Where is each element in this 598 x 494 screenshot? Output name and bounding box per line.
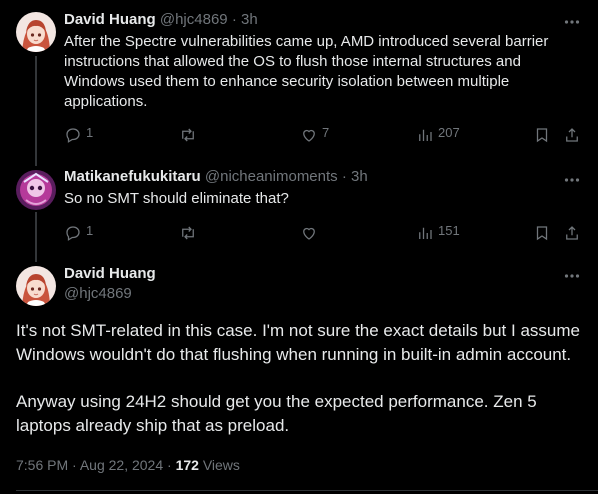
separator-dot: · xyxy=(231,11,237,28)
user-handle[interactable]: @hjc4869 xyxy=(64,284,132,304)
bookmark-icon xyxy=(536,128,548,143)
heart-icon xyxy=(303,129,315,142)
tweet-header: Matikanefukukitaru @nicheanimoments · 3h xyxy=(64,167,368,187)
avatar[interactable] xyxy=(16,12,56,52)
avatar-anime-girl-icon xyxy=(16,266,56,306)
share-icon xyxy=(566,226,578,240)
post-date[interactable]: Aug 22, 2024 xyxy=(80,457,163,473)
views-total: 172 xyxy=(175,457,199,473)
views-chart-icon xyxy=(419,129,432,141)
avatar-anime-girl-icon xyxy=(16,12,56,52)
tweet-header: David Huang @hjc4869 · 3h xyxy=(64,10,258,30)
reply-count: 1 xyxy=(86,124,94,140)
like-button[interactable]: 7 xyxy=(300,124,330,144)
tweet-text: After the Spectre vulnerabilities came u… xyxy=(64,33,549,110)
like-button[interactable] xyxy=(300,224,322,242)
avatar[interactable] xyxy=(16,170,56,210)
tweet-text: So no SMT should eliminate that? xyxy=(64,190,289,207)
reply-button[interactable]: 1 xyxy=(64,124,94,144)
views-button[interactable]: 207 xyxy=(416,124,460,144)
more-options-icon[interactable] xyxy=(564,14,580,30)
display-name[interactable]: David Huang xyxy=(64,264,156,284)
avatar-character-icon xyxy=(16,170,56,210)
more-options-icon[interactable] xyxy=(564,268,580,284)
share-button[interactable] xyxy=(563,224,581,242)
views-label: Views xyxy=(202,457,240,473)
views-count: 207 xyxy=(438,124,460,140)
display-name[interactable]: Matikanefukukitaru xyxy=(64,168,201,185)
share-button[interactable] xyxy=(563,126,581,144)
reply-button[interactable]: 1 xyxy=(64,222,94,242)
retweet-icon xyxy=(182,226,194,240)
bookmark-icon xyxy=(536,226,548,241)
heart-icon xyxy=(303,227,315,240)
tweet-text-paragraph-2: Anyway using 24H2 should get you the exp… xyxy=(16,392,537,435)
separator-dot: · xyxy=(167,457,172,473)
tweet-1[interactable]: David Huang @hjc4869 · 3h After the Spec… xyxy=(0,0,598,160)
share-icon xyxy=(566,128,578,142)
retweet-button[interactable] xyxy=(179,126,201,144)
reply-icon xyxy=(66,128,80,143)
retweet-button[interactable] xyxy=(179,224,201,242)
reply-count: 1 xyxy=(86,222,94,238)
views-button[interactable]: 151 xyxy=(416,222,460,242)
more-options-icon[interactable] xyxy=(564,172,580,188)
separator-dot: · xyxy=(72,457,77,473)
timestamp[interactable]: 3h xyxy=(241,11,258,28)
user-handle[interactable]: @nicheanimoments xyxy=(205,168,338,185)
user-handle[interactable]: @hjc4869 xyxy=(160,11,228,28)
action-bar: 1 151 xyxy=(64,222,584,244)
timestamp[interactable]: 3h xyxy=(351,168,368,185)
views-count: 151 xyxy=(438,222,460,238)
reply-icon xyxy=(66,226,80,241)
views-chart-icon xyxy=(419,227,432,239)
bookmark-button[interactable] xyxy=(533,126,551,144)
tweet-2[interactable]: Matikanefukukitaru @nicheanimoments · 3h… xyxy=(0,160,598,256)
bookmark-button[interactable] xyxy=(533,224,551,242)
divider xyxy=(16,490,598,491)
action-bar: 1 7 207 xyxy=(64,124,584,146)
tweet-text-paragraph-1: It's not SMT-related in this case. I'm n… xyxy=(16,321,580,364)
separator-dot: · xyxy=(341,168,347,185)
tweet-meta: 7:56 PM · Aug 22, 2024 · 172 Views xyxy=(16,456,240,474)
post-time[interactable]: 7:56 PM xyxy=(16,457,68,473)
avatar[interactable] xyxy=(16,266,56,306)
display-name[interactable]: David Huang xyxy=(64,11,156,28)
like-count: 7 xyxy=(322,124,330,140)
retweet-icon xyxy=(182,128,194,142)
